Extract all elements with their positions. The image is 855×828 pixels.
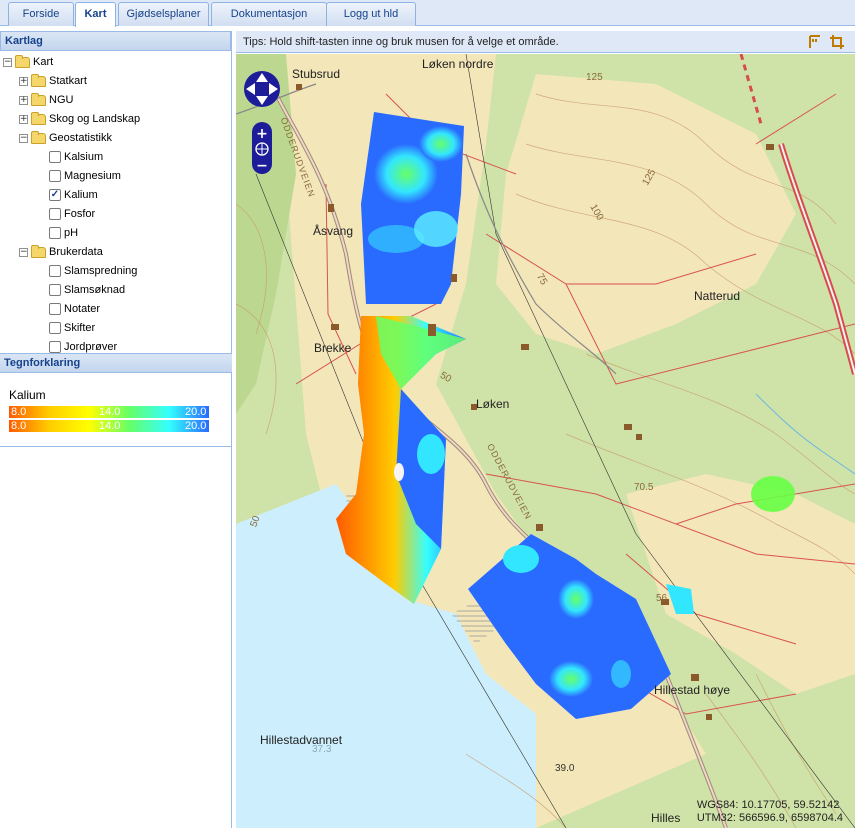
tips-text: Tips: Hold shift-tasten inne og bruk mus… — [243, 36, 559, 48]
expand-icon[interactable]: + — [19, 114, 28, 124]
tree-node-label: NGU — [49, 94, 74, 106]
legend-mid-label: 14.0 — [99, 406, 121, 418]
layer-item-slamsoknad[interactable]: Slamsøknad — [49, 281, 125, 299]
layer-item-label: Notater — [64, 303, 101, 315]
expand-icon[interactable]: + — [19, 76, 28, 86]
layer-item-slamspredning[interactable]: Slamspredning — [49, 262, 137, 280]
collapse-icon[interactable]: − — [3, 57, 12, 67]
tab-bar: Forside Kart Gjødselsplaner Dokumentasjo… — [0, 0, 855, 27]
tree-node-kart[interactable]: − Kart — [3, 53, 53, 71]
tree-node-label: Brukerdata — [49, 246, 103, 258]
map-label-loken-nordre: Løken nordre — [422, 57, 494, 71]
contour-label: 39.0 — [555, 763, 575, 774]
checkbox[interactable] — [49, 284, 61, 296]
legend-min-label: 8.0 — [11, 406, 27, 418]
tree-node-label: Skog og Landskap — [49, 113, 141, 125]
tab-forside[interactable]: Forside — [8, 2, 74, 26]
layer-item-label: Magnesium — [64, 170, 121, 182]
layer-tree: − Kart + Statkart + NGU + Skog og Landsk… — [0, 51, 231, 353]
layer-item-fosfor[interactable]: Fosfor — [49, 205, 95, 223]
tab-gjodselsplaner[interactable]: Gjødselsplaner — [118, 2, 209, 26]
legend-mid-label: 14.0 — [99, 420, 121, 432]
map-label-hilles: Hilles — [651, 811, 681, 825]
tree-node-label: Statkart — [49, 75, 87, 87]
left-panel: Kartlag − Kart + Statkart + NGU + Skog o… — [0, 31, 232, 828]
tree-node-label: Geostatistikk — [49, 132, 112, 144]
layer-item-label: Kalsium — [64, 151, 104, 163]
folder-open-icon — [31, 244, 46, 258]
legend-max-label: 20.0 — [185, 406, 207, 418]
map-view[interactable]: + − Stubsrud Løken nordre Åsvang Natteru… — [236, 54, 855, 828]
legend-min-label: 8.0 — [11, 420, 27, 432]
tree-node-brukerdata[interactable]: − Brukerdata — [19, 243, 103, 261]
tab-dokumentasjon[interactable]: Dokumentasjon — [211, 2, 327, 26]
contour-label: 70.5 — [634, 482, 654, 493]
map-label-natterud: Natterud — [694, 289, 741, 303]
legend-panel: Tegnforklaring Kalium 8.0 14.0 20.0 8.0 … — [0, 353, 232, 447]
folder-open-icon — [31, 130, 46, 144]
collapse-icon[interactable]: − — [19, 133, 28, 143]
map-label-asvang: Åsvang — [313, 224, 354, 238]
select-tool-icon[interactable] — [807, 34, 823, 50]
folder-open-icon — [15, 54, 30, 68]
map-label-loken: Løken — [476, 397, 510, 411]
tab-kart[interactable]: Kart — [75, 2, 116, 27]
checkbox[interactable] — [49, 227, 61, 239]
layer-item-label: Kalium — [64, 189, 98, 201]
tree-node-label: Kart — [33, 56, 54, 68]
contour-label: 56 — [656, 593, 668, 604]
layer-item-label: Slamsøknad — [64, 284, 126, 296]
coordinate-readout: WGS84: 10.17705, 59.52142 UTM32: 566596.… — [697, 799, 843, 825]
checkbox[interactable] — [49, 170, 61, 182]
tree-node-skog[interactable]: + Skog og Landskap — [19, 110, 140, 128]
expand-icon[interactable]: + — [19, 95, 28, 105]
map-canvas: + − — [236, 54, 855, 828]
layer-item-skifter[interactable]: Skifter — [49, 319, 95, 337]
collapse-icon[interactable]: − — [19, 247, 28, 257]
layers-panel-header: Kartlag — [0, 31, 231, 51]
legend-layer-title: Kalium — [9, 388, 46, 402]
utm32-coords: UTM32: 566596.9, 6598704.4 — [696, 812, 843, 824]
checkbox[interactable] — [49, 303, 61, 315]
layer-item-label: pH — [64, 227, 79, 239]
layer-item-magnesium[interactable]: Magnesium — [49, 167, 121, 185]
crop-tool-icon[interactable] — [829, 34, 845, 50]
map-label-stubsrud: Stubsrud — [292, 67, 341, 81]
layer-item-label: Skifter — [64, 322, 96, 334]
checkbox[interactable] — [49, 322, 61, 334]
legend-panel-header: Tegnforklaring — [0, 353, 232, 373]
legend-max-label: 20.0 — [185, 420, 207, 432]
checkbox[interactable] — [49, 265, 61, 277]
wgs84-coords: WGS84: 10.17705, 59.52142 — [696, 799, 840, 811]
map-label-brekke: Brekke — [314, 341, 352, 355]
folder-icon — [31, 92, 46, 106]
legend-gradient-bar: 8.0 14.0 20.0 — [9, 420, 209, 432]
layer-item-label: Fosfor — [64, 208, 96, 220]
map-label-hillestad-hoye: Hillestad høye — [654, 683, 731, 697]
folder-icon — [31, 111, 46, 125]
folder-icon — [31, 73, 46, 87]
contour-label: 37.3 — [312, 744, 332, 755]
tree-node-ngu[interactable]: + NGU — [19, 91, 73, 109]
svg-text:+: + — [256, 126, 268, 142]
checkbox[interactable] — [49, 341, 61, 353]
legend-gradient-bar: 8.0 14.0 20.0 — [9, 406, 209, 418]
layer-item-label: Slamspredning — [64, 265, 138, 277]
checkbox[interactable] — [49, 151, 61, 163]
svg-text:−: − — [256, 158, 268, 174]
tree-node-geostatistikk[interactable]: − Geostatistikk — [19, 129, 112, 147]
tree-node-statkart[interactable]: + Statkart — [19, 72, 87, 90]
tab-logg-ut[interactable]: Logg ut hld — [326, 2, 416, 26]
layer-item-notater[interactable]: Notater — [49, 300, 100, 318]
map-toolbar: Tips: Hold shift-tasten inne og bruk mus… — [236, 31, 855, 53]
checkbox-checked[interactable]: ✓ — [49, 189, 61, 201]
layer-item-ph[interactable]: pH — [49, 224, 78, 242]
checkbox[interactable] — [49, 208, 61, 220]
layer-item-kalsium[interactable]: Kalsium — [49, 148, 103, 166]
contour-label: 125 — [586, 72, 603, 83]
layer-item-kalium[interactable]: ✓ Kalium — [49, 186, 98, 204]
